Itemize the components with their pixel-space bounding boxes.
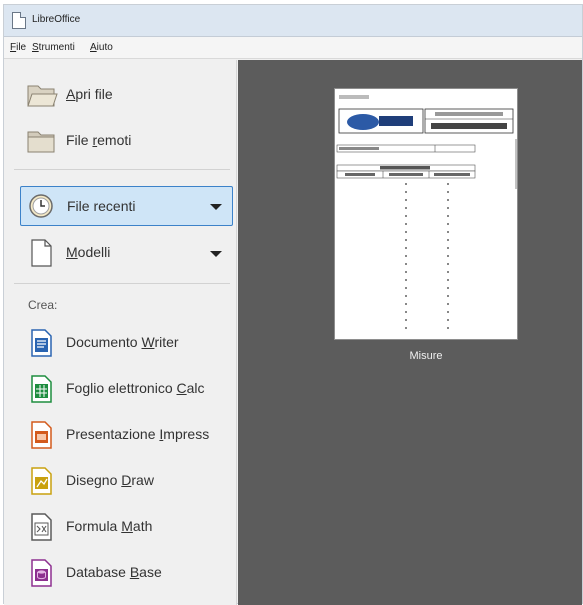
menu-bar: File Strumenti Aiuto — [4, 37, 582, 59]
create-draw-mnemonic: D — [121, 472, 132, 488]
create-writer-label-after: riter — [154, 334, 179, 350]
clock-icon — [29, 194, 53, 218]
recent-document-name: Misure — [409, 350, 443, 362]
create-draw-label-before: Disegno — [66, 472, 122, 488]
start-center-sidebar: Apri file File remoti File recenti Model… — [4, 60, 237, 605]
window-title: LibreOffice — [32, 14, 81, 25]
create-base-mnemonic: B — [129, 564, 140, 580]
open-file-button[interactable]: Apri file — [20, 74, 232, 116]
remote-files-label: File remoti — [66, 132, 131, 148]
templates-label: Modelli — [66, 244, 110, 260]
remote-folder-icon — [27, 131, 55, 153]
menu-file[interactable]: File — [10, 42, 26, 53]
create-base-label-after: ase — [139, 564, 162, 580]
create-impress-label-after: mpress — [163, 426, 210, 442]
libreoffice-document-icon — [12, 12, 26, 29]
create-draw-label: Disegno Draw — [66, 472, 154, 488]
template-document-icon — [31, 239, 52, 267]
recent-files-label: File recenti — [67, 198, 135, 214]
open-file-label: Apri file — [66, 86, 113, 102]
templates-mnemonic: M — [66, 244, 78, 260]
chevron-down-icon[interactable] — [210, 251, 222, 257]
create-math-formula-button[interactable]: Formula Math — [20, 506, 232, 548]
create-impress-label: Presentazione Impress — [66, 426, 209, 442]
create-writer-mnemonic: W — [141, 334, 155, 350]
menu-help-label: iuto — [96, 42, 113, 53]
create-writer-document-button[interactable]: Documento Writer — [20, 322, 232, 364]
remote-files-label-before: File — [66, 132, 93, 148]
create-calc-label-after: alc — [186, 380, 205, 396]
sidebar-divider — [14, 169, 230, 170]
recent-documents-area: Misure — [238, 60, 582, 605]
recent-files-label-before: File — [67, 198, 94, 214]
create-impress-label-before: Presentazione — [66, 426, 160, 442]
create-calc-label-before: Foglio elettronico — [66, 380, 177, 396]
create-base-database-button[interactable]: Database Base — [20, 552, 232, 594]
create-math-label-after: ath — [132, 518, 153, 534]
create-calc-spreadsheet-button[interactable]: Foglio elettronico Calc — [20, 368, 232, 410]
open-file-label-rest: pri file — [75, 86, 113, 102]
create-draw-label-after: raw — [131, 472, 154, 488]
create-base-label: Database Base — [66, 564, 162, 580]
create-writer-label-before: Documento — [66, 334, 142, 350]
recent-files-label-after: ecenti — [98, 198, 136, 214]
menu-help[interactable]: Aiuto — [90, 42, 113, 53]
templates-label-rest: odelli — [77, 244, 111, 260]
create-draw-drawing-button[interactable]: Disegno Draw — [20, 460, 232, 502]
base-icon — [31, 559, 52, 587]
recent-files-button[interactable]: File recenti — [20, 186, 233, 226]
open-file-mnemonic: A — [66, 86, 76, 102]
open-folder-icon — [27, 85, 58, 107]
draw-icon — [31, 467, 52, 495]
menu-tools-label: trumenti — [38, 42, 75, 53]
create-base-label-before: Database — [66, 564, 130, 580]
impress-icon — [31, 421, 52, 449]
recent-document-thumbnail[interactable] — [334, 88, 518, 340]
remote-files-button[interactable]: File remoti — [20, 120, 232, 162]
title-bar: LibreOffice — [4, 5, 582, 37]
create-impress-presentation-button[interactable]: Presentazione Impress — [20, 414, 232, 456]
create-calc-label: Foglio elettronico Calc — [66, 380, 205, 396]
create-math-mnemonic: M — [121, 518, 133, 534]
math-icon — [31, 513, 52, 541]
menu-tools-mnemonic: S — [32, 42, 39, 53]
calc-icon — [31, 375, 52, 403]
menu-file-label: ile — [16, 42, 27, 53]
menu-tools[interactable]: Strumenti — [32, 42, 75, 53]
writer-icon — [31, 329, 52, 357]
create-writer-label: Documento Writer — [66, 334, 179, 350]
chevron-down-icon[interactable] — [210, 204, 222, 210]
create-calc-mnemonic: C — [176, 380, 187, 396]
menu-help-mnemonic: A — [90, 42, 97, 53]
remote-files-label-after: emoti — [97, 132, 132, 148]
document-preview-image — [336, 95, 517, 329]
create-math-label-before: Formula — [66, 518, 122, 534]
create-math-label: Formula Math — [66, 518, 152, 534]
templates-button[interactable]: Modelli — [20, 232, 232, 274]
libreoffice-start-center-window: LibreOffice File Strumenti Aiuto Apri fi… — [3, 4, 583, 605]
sidebar-divider — [14, 283, 230, 284]
create-heading: Crea: — [28, 298, 58, 312]
